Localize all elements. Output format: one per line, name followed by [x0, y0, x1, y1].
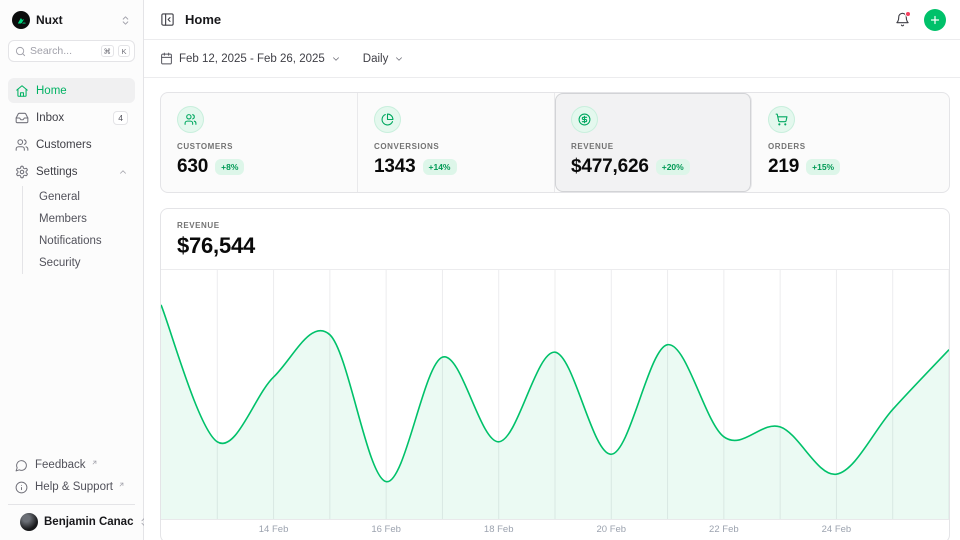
- subnav-label: Members: [39, 213, 87, 225]
- feedback-link[interactable]: Feedback: [8, 454, 135, 476]
- x-axis-labels: 14 Feb 16 Feb 18 Feb 20 Feb 22 Feb 24 Feb: [161, 520, 949, 540]
- users-icon: [15, 138, 29, 152]
- calendar-icon: [160, 52, 173, 65]
- search-input[interactable]: [30, 45, 97, 57]
- external-link-icon: [118, 481, 125, 488]
- sidebar-item-customers[interactable]: Customers: [8, 132, 135, 157]
- workspace-selector[interactable]: Nuxt: [0, 0, 143, 38]
- chevron-up-icon: [118, 167, 128, 177]
- app-window: Nuxt ⌘ K Home Inb: [0, 0, 960, 540]
- stat-label: ORDERS: [768, 142, 933, 151]
- search-icon: [15, 46, 26, 57]
- x-axis-tick: 22 Feb: [709, 524, 739, 535]
- sidebar: Nuxt ⌘ K Home Inb: [0, 0, 144, 540]
- cart-icon: [768, 106, 795, 133]
- stat-value: 630: [177, 156, 208, 178]
- date-range-value: Feb 12, 2025 - Feb 26, 2025: [179, 53, 325, 65]
- stat-value: 1343: [374, 156, 416, 178]
- stat-label: CONVERSIONS: [374, 142, 538, 151]
- inbox-icon: [15, 111, 29, 125]
- sidebar-item-inbox[interactable]: Inbox 4: [8, 105, 135, 130]
- revenue-area-chart[interactable]: [161, 270, 949, 520]
- stat-delta-badge: +14%: [423, 159, 457, 175]
- stat-value: $477,626: [571, 156, 649, 178]
- help-support-label: Help & Support: [35, 481, 113, 493]
- stat-delta-badge: +15%: [806, 159, 840, 175]
- chevrons-up-down-icon: [120, 15, 131, 26]
- collapse-sidebar-icon[interactable]: [160, 12, 175, 27]
- sidebar-item-label: Customers: [36, 139, 128, 151]
- gear-icon: [15, 165, 29, 179]
- circle-dollar-icon: [571, 106, 598, 133]
- stat-label: CUSTOMERS: [177, 142, 341, 151]
- sidebar-nav: Home Inbox 4 Customers Settings: [0, 72, 143, 450]
- settings-submenu: General Members Notifications Security: [22, 186, 135, 274]
- revenue-chart-svg: [161, 270, 949, 519]
- sidebar-item-label: Home: [36, 85, 128, 97]
- subnav-label: General: [39, 191, 80, 203]
- info-circle-icon: [15, 481, 28, 494]
- stat-card-conversions[interactable]: CONVERSIONS 1343 +14%: [358, 93, 555, 192]
- stat-delta-badge: +20%: [656, 159, 690, 175]
- help-support-link[interactable]: Help & Support: [8, 476, 135, 498]
- x-axis-tick: 24 Feb: [822, 524, 852, 535]
- chart-kpi-value: $76,544: [177, 233, 933, 259]
- chart-kpi-label: REVENUE: [177, 221, 933, 230]
- filters-toolbar: Feb 12, 2025 - Feb 26, 2025 Daily: [144, 40, 960, 78]
- page-header: Home: [144, 0, 960, 40]
- stats-row: CUSTOMERS 630 +8% CONVERSIONS 1343 +14%: [160, 92, 950, 193]
- external-link-icon: [91, 459, 98, 466]
- x-axis-tick: 18 Feb: [484, 524, 514, 535]
- subnav-label: Notifications: [39, 235, 102, 247]
- stat-delta-badge: +8%: [215, 159, 244, 175]
- subnav-label: Security: [39, 257, 81, 269]
- users-icon: [177, 106, 204, 133]
- workspace-name: Nuxt: [36, 13, 114, 27]
- chevron-down-icon: [331, 54, 341, 64]
- page-title: Home: [185, 12, 885, 27]
- date-range-picker[interactable]: Feb 12, 2025 - Feb 26, 2025: [160, 52, 341, 65]
- notifications-bell-button[interactable]: [895, 12, 910, 27]
- pie-chart-icon: [374, 106, 401, 133]
- feedback-label: Feedback: [35, 459, 86, 471]
- sidebar-item-security[interactable]: Security: [25, 252, 135, 274]
- granularity-value: Daily: [363, 53, 389, 65]
- add-button[interactable]: [924, 9, 946, 31]
- x-axis-tick: 16 Feb: [371, 524, 401, 535]
- kbd-meta: ⌘: [101, 45, 115, 57]
- nuxt-logo-icon: [12, 11, 30, 29]
- sidebar-item-general[interactable]: General: [25, 186, 135, 208]
- home-icon: [15, 84, 29, 98]
- dashboard-content: CUSTOMERS 630 +8% CONVERSIONS 1343 +14%: [144, 78, 960, 540]
- sidebar-item-members[interactable]: Members: [25, 208, 135, 230]
- stat-label: REVENUE: [571, 142, 735, 151]
- sidebar-item-label: Settings: [36, 166, 111, 178]
- sidebar-item-settings[interactable]: Settings: [8, 159, 135, 184]
- chart-header: REVENUE $76,544: [161, 209, 949, 270]
- avatar: [20, 513, 38, 531]
- search-input-box[interactable]: ⌘ K: [8, 40, 135, 62]
- stat-card-customers[interactable]: CUSTOMERS 630 +8%: [161, 93, 358, 192]
- granularity-select[interactable]: Daily: [363, 53, 405, 65]
- sidebar-item-home[interactable]: Home: [8, 78, 135, 103]
- stat-value: 219: [768, 156, 799, 178]
- revenue-chart-card: REVENUE $76,544 14 Feb 16 Feb 18 Feb 20 Feb…: [160, 208, 950, 540]
- sidebar-item-notifications[interactable]: Notifications: [25, 230, 135, 252]
- user-name: Benjamin Canac: [44, 516, 133, 528]
- sidebar-item-label: Inbox: [36, 112, 106, 124]
- message-bubble-icon: [15, 459, 28, 472]
- user-menu[interactable]: Benjamin Canac: [8, 504, 135, 540]
- notification-dot: [905, 11, 911, 17]
- stat-card-revenue[interactable]: REVENUE $477,626 +20%: [555, 93, 752, 192]
- stat-card-orders[interactable]: ORDERS 219 +15%: [752, 93, 949, 192]
- main-panel: Home Feb 12, 2025 - Feb 26, 2025 Daily: [144, 0, 960, 540]
- x-axis-tick: 20 Feb: [596, 524, 626, 535]
- inbox-count-badge: 4: [113, 111, 128, 125]
- chevron-down-icon: [394, 54, 404, 64]
- kbd-k: K: [118, 45, 130, 57]
- sidebar-footer: Feedback Help & Support Benjamin Canac: [0, 450, 143, 540]
- x-axis-tick: 14 Feb: [259, 524, 289, 535]
